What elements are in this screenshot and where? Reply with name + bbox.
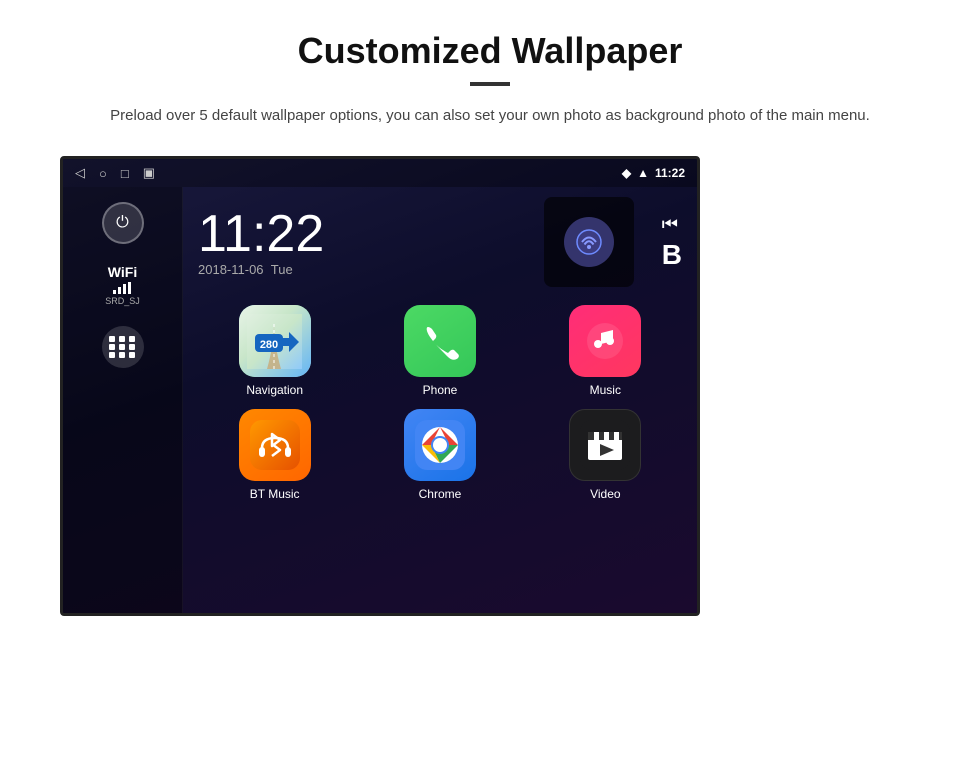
wifi-bars — [113, 282, 131, 294]
sidebar: ⏻ WiFi SRD_SJ — [63, 187, 183, 613]
navigation-label: Navigation — [246, 383, 303, 397]
btmusic-icon — [239, 409, 311, 481]
svg-text:280: 280 — [260, 339, 278, 351]
home-icon: ○ — [99, 166, 107, 181]
app-item-chrome[interactable]: Chrome — [363, 409, 516, 501]
b-letter: B — [662, 239, 682, 271]
clock-time: 11:22 — [198, 208, 524, 260]
clock-display: 11:22 2018-11-06 Tue — [198, 208, 524, 277]
app-item-music[interactable]: Music — [529, 305, 682, 397]
wifi-widget: WiFi SRD_SJ — [105, 264, 140, 306]
clock-section: 11:22 2018-11-06 Tue — [198, 197, 682, 287]
media-icon — [564, 217, 614, 267]
navigation-icon: 280 — [239, 305, 311, 377]
screen-body: ⏻ WiFi SRD_SJ — [63, 187, 697, 613]
screenshot-icon: ▣ — [143, 165, 155, 181]
android-screen: ◁ ○ □ ▣ ◆ ▲ 11:22 ⏻ WiFi — [60, 156, 700, 616]
clock-date: 2018-11-06 Tue — [198, 262, 524, 277]
wifi-ssid: SRD_SJ — [105, 296, 140, 306]
wifi-bar-4 — [128, 282, 131, 294]
wifi-bar-3 — [123, 284, 126, 294]
main-content: 11:22 2018-11-06 Tue — [183, 187, 697, 613]
music-label: Music — [590, 383, 621, 397]
signal-icon: ▲ — [637, 166, 649, 180]
music-icon — [569, 305, 641, 377]
recents-icon: □ — [121, 166, 129, 181]
app-item-navigation[interactable]: 280 Navigation — [198, 305, 351, 397]
wifi-bar-2 — [118, 287, 121, 294]
status-bar-left: ◁ ○ □ ▣ — [75, 165, 155, 181]
chrome-icon — [404, 409, 476, 481]
app-item-phone[interactable]: Phone — [363, 305, 516, 397]
page-description: Preload over 5 default wallpaper options… — [60, 104, 920, 128]
phone-label: Phone — [423, 383, 458, 397]
chrome-label: Chrome — [419, 487, 462, 501]
back-icon: ◁ — [75, 165, 85, 181]
status-time: 11:22 — [655, 166, 685, 180]
title-divider — [470, 82, 510, 86]
btmusic-label: BT Music — [250, 487, 300, 501]
status-bar: ◁ ○ □ ▣ ◆ ▲ 11:22 — [63, 159, 697, 187]
app-item-video[interactable]: Video — [529, 409, 682, 501]
location-icon: ◆ — [622, 166, 631, 180]
app-grid: 280 Navigation — [198, 305, 682, 501]
wallpaper-panel: CarSetting — [700, 156, 980, 164]
apps-grid-button[interactable] — [102, 326, 144, 368]
prev-track-button[interactable]: ⏮ — [662, 214, 682, 235]
video-label: Video — [590, 487, 620, 501]
media-widget — [544, 197, 634, 287]
phone-icon — [404, 305, 476, 377]
video-icon — [569, 409, 641, 481]
status-bar-right: ◆ ▲ 11:22 — [622, 166, 685, 180]
grid-dots — [109, 336, 137, 358]
wifi-label: WiFi — [108, 264, 137, 280]
app-item-btmusic[interactable]: BT Music — [198, 409, 351, 501]
page-title: Customized Wallpaper — [60, 30, 920, 72]
media-controls: ⏮ B — [662, 214, 682, 271]
power-button[interactable]: ⏻ — [102, 202, 144, 244]
wifi-bar-1 — [113, 290, 116, 294]
